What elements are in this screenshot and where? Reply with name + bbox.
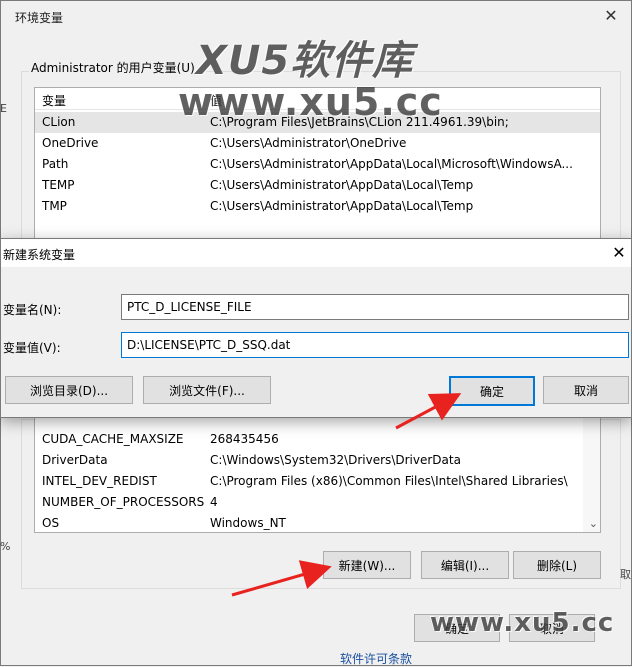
arrow-to-new-button (231, 560, 332, 597)
annotation-arrows (231, 393, 462, 597)
arrow-to-ok-button (395, 393, 462, 430)
